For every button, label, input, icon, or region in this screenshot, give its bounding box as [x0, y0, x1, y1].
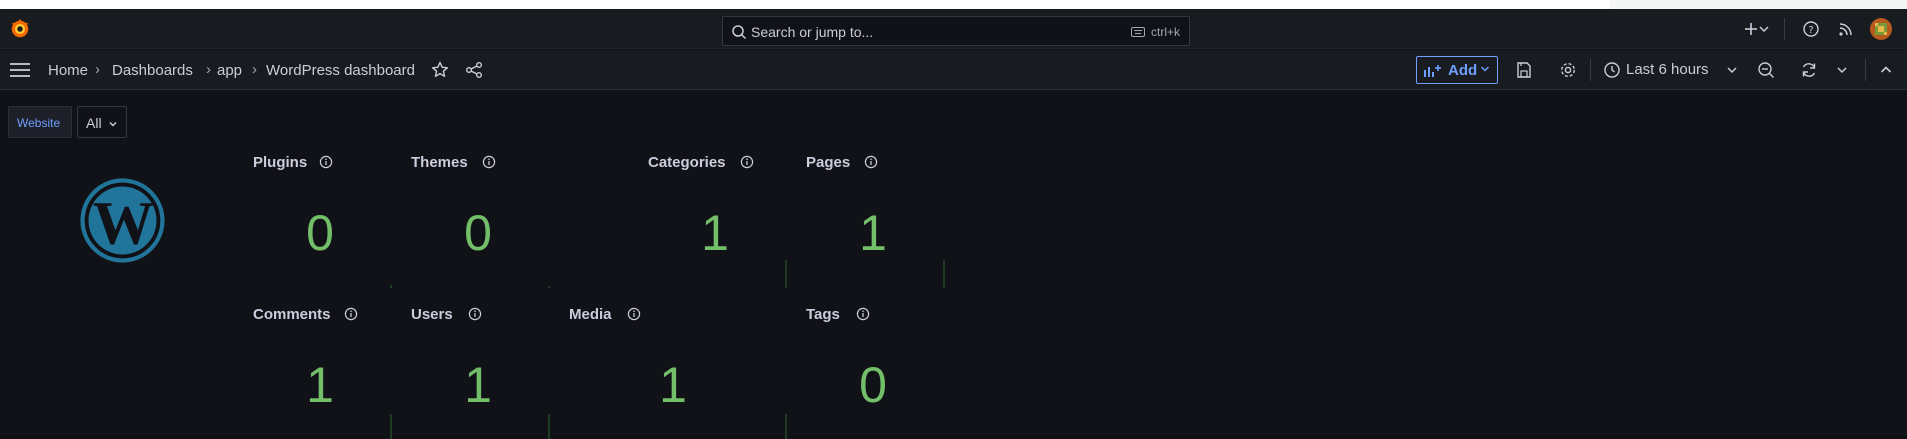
panel-title-comments[interactable]: Comments	[253, 306, 331, 323]
breadcrumb-separator: ›	[252, 61, 257, 78]
browser-top-strip	[0, 0, 1907, 9]
panel-title-tags[interactable]: Tags	[806, 306, 840, 323]
search-box[interactable]: Search or jump to... ctrl+k	[722, 16, 1190, 46]
menu-icon[interactable]	[9, 61, 31, 79]
divider	[1865, 59, 1866, 81]
dashboard-toolbar: Home › Dashboards › app › WordPress dash…	[0, 50, 1907, 90]
sparkline	[548, 414, 550, 439]
svg-text:W: W	[93, 189, 154, 257]
info-icon[interactable]	[468, 307, 482, 321]
search-shortcut: ctrl+k	[1151, 25, 1181, 39]
chevron-down-icon	[1480, 66, 1490, 72]
breadcrumb-home[interactable]: Home	[48, 62, 88, 79]
star-icon[interactable]	[430, 60, 450, 80]
info-icon[interactable]	[856, 307, 870, 321]
panel-title-plugins[interactable]: Plugins	[253, 154, 307, 171]
sparkline	[390, 285, 392, 288]
stat-value-media: 1	[659, 357, 687, 413]
add-button[interactable]: Add	[1416, 56, 1498, 84]
breadcrumb-app[interactable]: app	[217, 62, 242, 79]
breadcrumb-current: WordPress dashboard	[266, 62, 415, 79]
info-icon[interactable]	[344, 307, 358, 321]
breadcrumb-separator: ›	[206, 61, 211, 78]
stat-value-plugins: 0	[306, 205, 334, 261]
search-placeholder: Search or jump to...	[751, 24, 874, 40]
chevron-down-icon[interactable]	[1758, 19, 1770, 39]
zoom-out-icon[interactable]	[1756, 60, 1776, 80]
share-icon[interactable]	[464, 60, 484, 80]
avatar[interactable]	[1870, 18, 1892, 40]
stat-value-categories: 1	[701, 205, 729, 261]
refresh-icon[interactable]	[1799, 60, 1819, 80]
breadcrumb-separator: ›	[95, 61, 100, 78]
panel-title-categories[interactable]: Categories	[648, 154, 726, 171]
divider	[1590, 59, 1591, 81]
chevron-down-icon	[109, 122, 117, 127]
chevron-down-icon[interactable]	[1836, 60, 1848, 80]
stat-value-themes: 0	[464, 205, 492, 261]
top-nav-bar: Search or jump to... ctrl+k ?	[0, 9, 1907, 49]
search-icon	[732, 25, 747, 40]
add-button-label: Add	[1448, 62, 1478, 79]
info-icon[interactable]	[482, 155, 496, 169]
variable-select-value: All	[86, 115, 102, 131]
help-icon[interactable]: ?	[1801, 19, 1821, 39]
panel-title-media[interactable]: Media	[569, 306, 612, 323]
sparkline	[785, 414, 787, 439]
stat-value-users: 1	[464, 357, 492, 413]
info-icon[interactable]	[319, 155, 333, 169]
time-range-picker[interactable]: Last 6 hours	[1626, 61, 1709, 78]
info-icon[interactable]	[627, 307, 641, 321]
sparkline	[943, 260, 945, 288]
rss-icon[interactable]	[1836, 19, 1856, 39]
divider	[1784, 18, 1785, 40]
variable-select-website[interactable]: All	[77, 106, 127, 138]
save-icon[interactable]	[1514, 60, 1534, 80]
gear-icon[interactable]	[1558, 60, 1578, 80]
variable-label-website: Website	[8, 106, 72, 138]
add-panel-icon	[1424, 65, 1441, 77]
info-icon[interactable]	[864, 155, 878, 169]
panel-title-themes[interactable]: Themes	[411, 154, 468, 171]
chevron-down-icon[interactable]	[1726, 60, 1738, 80]
sparkline	[785, 260, 787, 288]
svg-text:?: ?	[1808, 25, 1813, 36]
stat-value-comments: 1	[306, 357, 334, 413]
sparkline	[548, 286, 550, 288]
sparkline	[390, 414, 392, 439]
breadcrumb-dashboards[interactable]: Dashboards	[112, 62, 193, 79]
stat-value-tags: 0	[859, 357, 887, 413]
clock-icon[interactable]	[1602, 60, 1622, 80]
info-icon[interactable]	[740, 155, 754, 169]
chevron-up-icon[interactable]	[1876, 60, 1896, 80]
panel-title-pages[interactable]: Pages	[806, 154, 850, 171]
keyboard-icon	[1131, 27, 1145, 37]
wordpress-logo-icon: W	[80, 178, 165, 263]
grafana-logo-icon[interactable]	[9, 18, 31, 40]
panel-title-users[interactable]: Users	[411, 306, 453, 323]
stat-value-pages: 1	[859, 205, 887, 261]
variable-label-text: Website	[17, 116, 61, 130]
top-strip-tint	[1610, 0, 1907, 9]
